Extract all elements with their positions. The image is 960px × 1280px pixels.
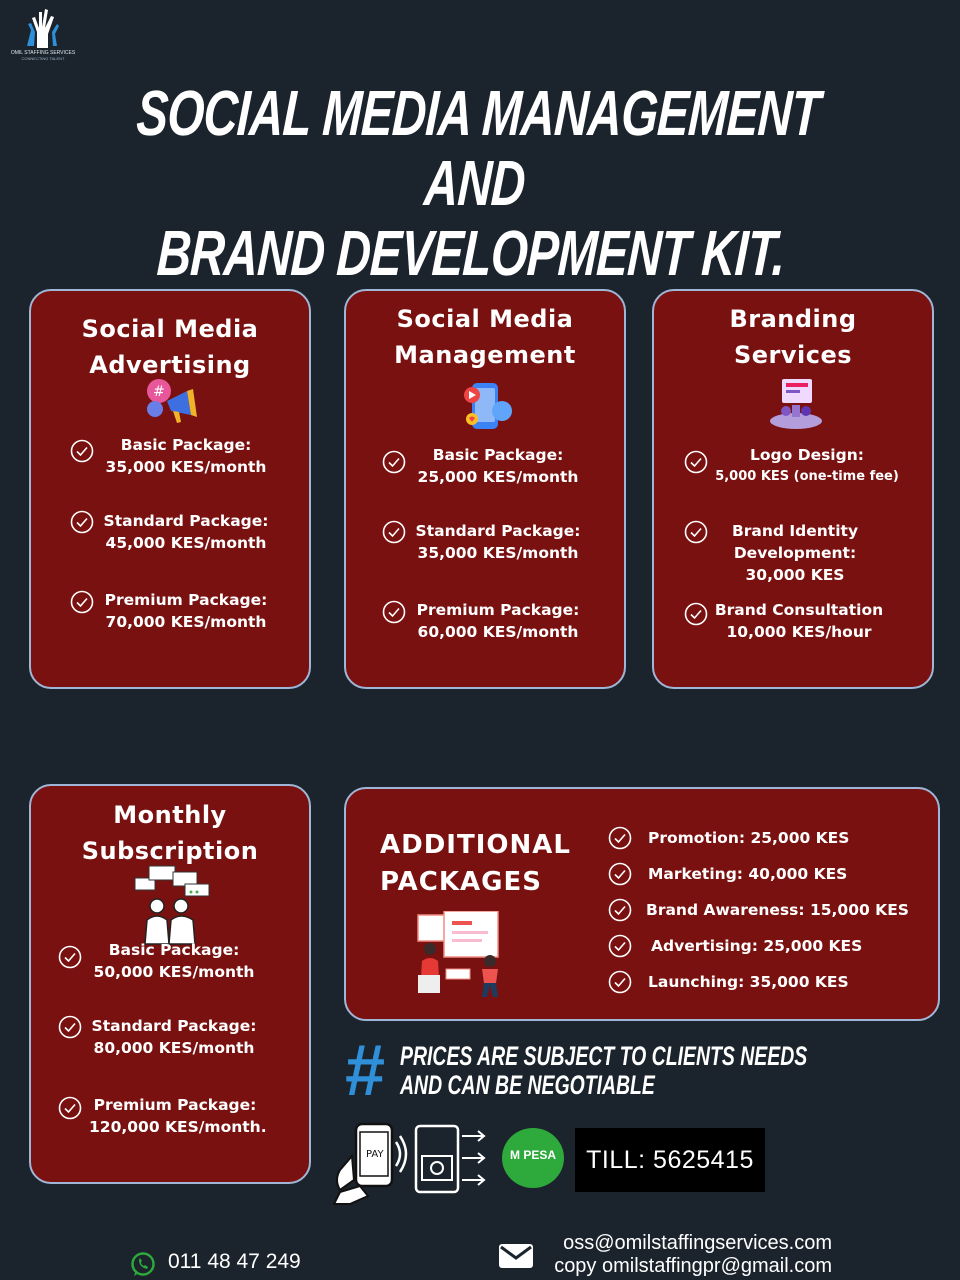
- card-additional-packages: ADDITIONAL PACKAGES Promotion: 25,000 KE…: [344, 787, 940, 1021]
- pay-label: PAY: [366, 1149, 384, 1160]
- email-contacts: oss@omilstaffingservices.com copy omilst…: [540, 1232, 832, 1278]
- check-circle-icon: [70, 439, 94, 463]
- additional-title: ADDITIONAL PACKAGES: [380, 830, 571, 897]
- email-copy[interactable]: copy omilstaffingpr@gmail.com: [540, 1255, 832, 1278]
- check-circle-icon: [684, 450, 708, 474]
- mpesa-logo: M PESA: [502, 1128, 564, 1188]
- till-number: TILL: 5625415: [575, 1128, 765, 1192]
- megaphone-hashtag-icon: #: [147, 379, 197, 423]
- social-phone-icon: [464, 383, 512, 429]
- check-circle-icon: [70, 590, 94, 614]
- package-item: Basic Package: 25,000 KES/month: [417, 446, 579, 486]
- check-circle-icon: [684, 520, 708, 544]
- title-line-2: BRAND DEVELOPMENT KIT.: [155, 217, 787, 289]
- check-circle-icon: [70, 510, 94, 534]
- hands-logo-icon: [27, 9, 59, 48]
- branding-stand-icon: [770, 379, 822, 429]
- presentation-icon: [417, 911, 499, 997]
- negotiable-note: # PRICES ARE SUBJECT TO CLIENTS NEEDS AN…: [344, 1031, 807, 1111]
- check-circle-icon: [58, 1015, 82, 1039]
- package-item: Logo Design: 5,000 KES (one-time fee): [715, 446, 899, 484]
- additional-item-label: Launching: 35,000 KES: [648, 973, 849, 991]
- card-monthly-subscription: Monthly Subscription Basic Package: 50,0…: [29, 784, 311, 1184]
- check-circle-icon: [382, 520, 406, 544]
- package-item: Standard Package: 80,000 KES/month: [91, 1017, 257, 1057]
- check-circle-icon: [608, 934, 632, 958]
- additional-item-label: Promotion: 25,000 KES: [648, 829, 850, 847]
- check-circle-icon: [58, 1096, 82, 1120]
- check-circle-icon: [684, 602, 708, 626]
- check-circle-icon: [608, 826, 632, 850]
- page-title: SOCIAL MEDIA MANAGEMENT AND BRAND DEVELO…: [114, 77, 835, 289]
- package-item: Basic Package: 35,000 KES/month: [105, 436, 267, 476]
- additional-item-label: Advertising: 25,000 KES: [651, 937, 863, 955]
- card-title: Branding Services: [729, 305, 857, 369]
- card-branding-services: Branding Services Logo Design: 5,000 KES…: [652, 289, 934, 689]
- company-logo: OMIL STAFFING SERVICES CONNECTING TALENT: [8, 6, 78, 68]
- card-social-media-advertising: Social Media Advertising # Basic Package…: [29, 289, 311, 689]
- check-circle-icon: [608, 898, 632, 922]
- package-item: Brand Consultation 10,000 KES/hour: [714, 601, 884, 641]
- package-item: Brand Identity Development: 30,000 KES: [731, 522, 859, 584]
- card-title: Monthly Subscription: [81, 801, 259, 865]
- hand-phone-pay-icon: PAY: [332, 1122, 408, 1205]
- package-item: Premium Package: 70,000 KES/month: [104, 591, 268, 631]
- email-icon: [499, 1244, 533, 1268]
- package-item: Standard Package: 45,000 KES/month: [103, 512, 269, 552]
- package-item: Premium Package: 60,000 KES/month: [416, 601, 580, 641]
- package-item: Basic Package: 50,000 KES/month: [93, 941, 255, 981]
- hashtag-icon: #: [344, 1031, 385, 1111]
- mpesa-label: M PESA: [509, 1148, 556, 1162]
- wallet-transfer-icon: [414, 1124, 486, 1194]
- additional-item-label: Brand Awareness: 15,000 KES: [646, 901, 909, 919]
- additional-item-label: Marketing: 40,000 KES: [648, 865, 848, 883]
- package-item: Premium Package: 120,000 KES/month.: [89, 1096, 267, 1136]
- email-primary[interactable]: oss@omilstaffingservices.com: [540, 1232, 832, 1255]
- whatsapp-icon: [131, 1252, 155, 1276]
- check-circle-icon: [608, 862, 632, 886]
- card-social-media-management: Social Media Management Basic Package: 2…: [344, 289, 626, 689]
- chat-people-icon: [134, 865, 210, 945]
- check-circle-icon: [58, 945, 82, 969]
- logo-tagline: CONNECTING TALENT: [21, 56, 65, 61]
- card-title: Social Media Advertising: [81, 315, 259, 379]
- phone-number: 011 48 47 249: [168, 1250, 301, 1273]
- check-circle-icon: [382, 450, 406, 474]
- note-text: PRICES ARE SUBJECT TO CLIENTS NEEDS AND …: [400, 1041, 808, 1100]
- package-item: Standard Package: 35,000 KES/month: [415, 522, 581, 562]
- svg-text:#: #: [153, 384, 165, 400]
- card-title: Social Media Management: [394, 305, 576, 369]
- title-line-1: SOCIAL MEDIA MANAGEMENT AND: [134, 77, 822, 219]
- check-circle-icon: [608, 970, 632, 994]
- check-circle-icon: [382, 600, 406, 624]
